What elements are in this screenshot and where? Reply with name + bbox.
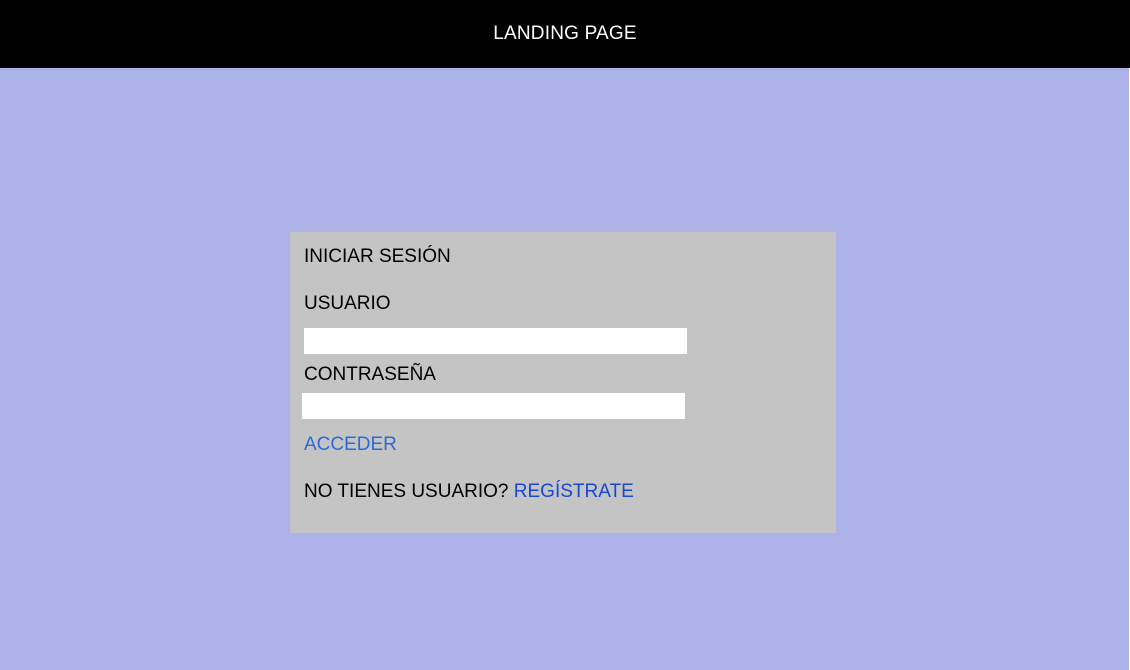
register-prompt: NO TIENES USUARIO? REGÍSTRATE bbox=[304, 481, 634, 503]
login-card: INICIAR SESIÓN USUARIO CONTRASEÑA ACCEDE… bbox=[290, 232, 836, 533]
no-account-text: NO TIENES USUARIO? bbox=[304, 481, 509, 502]
password-label: CONTRASEÑA bbox=[304, 364, 436, 385]
password-input[interactable] bbox=[302, 393, 685, 419]
register-link[interactable]: REGÍSTRATE bbox=[514, 481, 634, 502]
username-label: USUARIO bbox=[304, 293, 391, 314]
page: LANDING PAGE INICIAR SESIÓN USUARIO CONT… bbox=[0, 0, 1130, 670]
login-title: INICIAR SESIÓN bbox=[304, 246, 451, 267]
access-link[interactable]: ACCEDER bbox=[304, 434, 397, 456]
main-area: INICIAR SESIÓN USUARIO CONTRASEÑA ACCEDE… bbox=[0, 68, 1129, 670]
header-title: LANDING PAGE bbox=[493, 23, 637, 44]
username-input[interactable] bbox=[304, 328, 687, 354]
top-header: LANDING PAGE bbox=[0, 0, 1130, 68]
